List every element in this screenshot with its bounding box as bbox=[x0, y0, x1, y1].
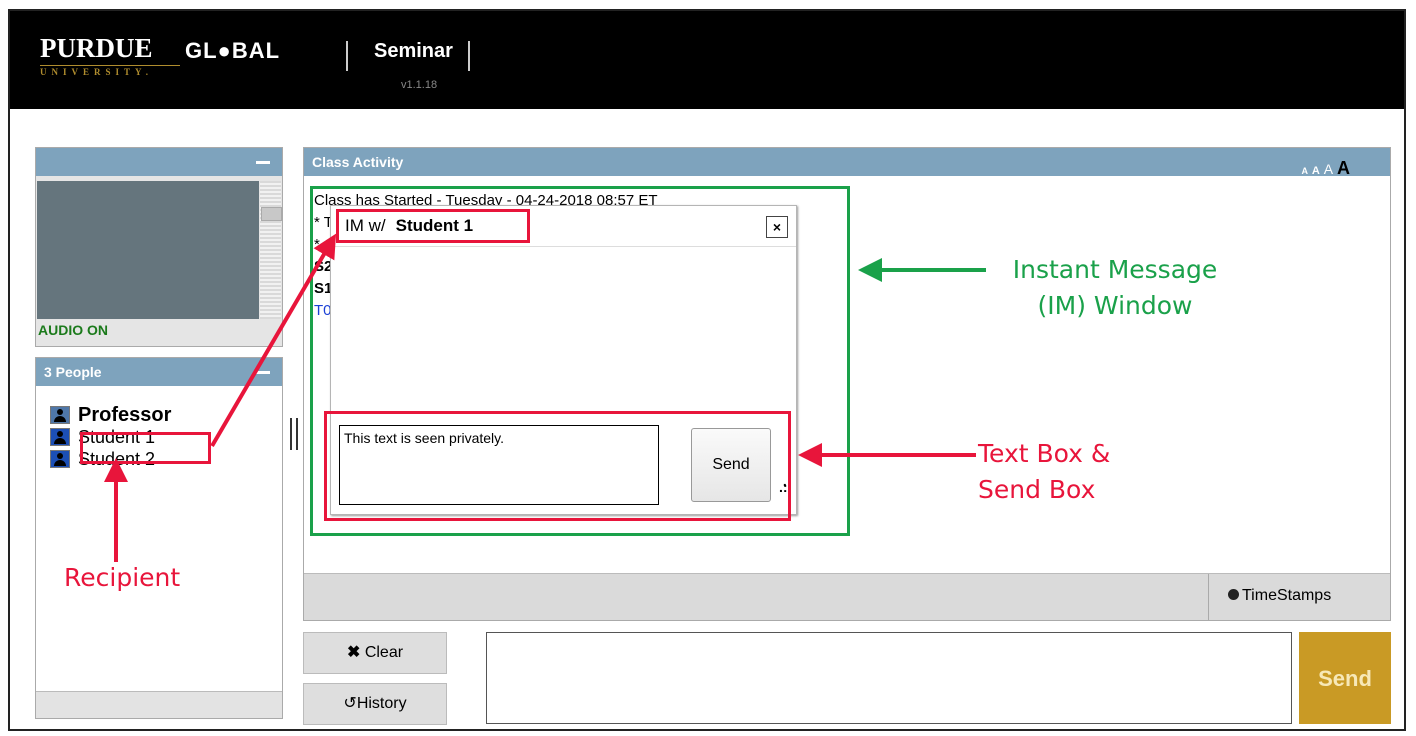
text-box-annotation: Text Box & Send Box bbox=[978, 436, 1110, 508]
annotation-line: Text Box & bbox=[978, 439, 1111, 468]
im-window-annotation: Instant Message (IM) Window bbox=[984, 252, 1246, 324]
annotation-line: Send Box bbox=[978, 475, 1096, 504]
annotation-line: (IM) Window bbox=[1037, 291, 1193, 320]
recipient-link-arrow bbox=[210, 233, 337, 448]
recipient-annotation: Recipient bbox=[64, 563, 181, 592]
annotation-arrows bbox=[104, 233, 986, 562]
annotation-line: Instant Message bbox=[1012, 255, 1218, 284]
